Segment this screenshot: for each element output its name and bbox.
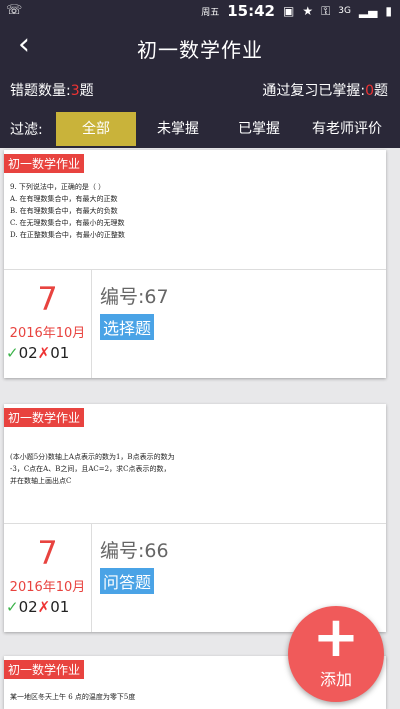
status-bar: ☏ 周五 15:42 ▣ ★ ⚿ 3G ▂▄ ▮ (0, 0, 400, 22)
question-card[interactable]: (本小题5分)数轴上A点表示的数为1，B点表示的数为 -3，C点在A、B之间，且… (4, 404, 386, 632)
question-line: 并在数轴上画出点C (10, 477, 72, 485)
homework-tag: 初一数学作业 (4, 660, 85, 679)
review-score: ✓02✗01 (6, 598, 69, 616)
tab-teacher-review[interactable]: 有老师评价 (298, 112, 396, 146)
wrong-count-stat: 错题数量:3题 (10, 80, 94, 100)
cross-icon: ✗ (37, 344, 51, 362)
question-line: 9. 下列说法中，正确的是（ ） (10, 183, 106, 191)
check-icon: ✓ (6, 344, 19, 362)
star-icon: ★ (302, 4, 314, 18)
date-box: 7 2016年10月 ✓02✗01 (4, 270, 92, 378)
status-time: 15:42 (227, 2, 275, 20)
key-icon: ⚿ (321, 3, 331, 18)
battery-icon: ▮ (385, 4, 392, 18)
wrong-count-label: 错题数量: (10, 83, 71, 99)
question-number: 编号:66 (100, 540, 169, 562)
question-line: D. 在正整数集合中，有最小的正整数 (10, 231, 125, 239)
filter-bar: 过滤: 全部 未掌握 已掌握 有老师评价 (0, 108, 400, 148)
question-meta: 7 2016年10月 ✓02✗01 编号:67 选择题 (4, 270, 386, 378)
stats-bar: 错题数量:3题 通过复习已掌握:0题 (0, 74, 400, 108)
mastered-count-value: 0 (365, 83, 374, 99)
homework-tag: 初一数学作业 (4, 408, 85, 427)
cast-icon: ▣ (282, 4, 295, 18)
date-day: 7 (37, 280, 58, 318)
question-number: 编号:67 (100, 286, 169, 308)
add-button[interactable]: + 添加 (288, 606, 384, 702)
tab-all[interactable]: 全部 (56, 112, 136, 146)
tab-mastered[interactable]: 已掌握 (226, 112, 292, 146)
question-line: (本小题5分)数轴上A点表示的数为1，B点表示的数为 (10, 453, 175, 461)
correct-count: 02 (18, 598, 38, 616)
mastered-count-unit: 题 (374, 83, 388, 99)
homework-tag: 初一数学作业 (4, 154, 85, 173)
network-type: 3G (338, 6, 351, 16)
mastered-count-stat: 通过复习已掌握:0题 (262, 80, 388, 100)
question-type-badge: 选择题 (100, 314, 155, 340)
question-line: -3，C点在A、B之间，且AC=2，求C点表示的数， (10, 465, 171, 473)
date-box: 7 2016年10月 ✓02✗01 (4, 524, 92, 632)
question-line: C. 在无理数集合中，有最小的无理数 (10, 219, 125, 227)
filter-label: 过滤: (10, 122, 43, 138)
wrong-count-value: 3 (70, 83, 80, 99)
plus-icon: + (312, 605, 360, 670)
date-day: 7 (37, 534, 58, 572)
page-title: 初一数学作业 (137, 38, 263, 62)
status-day: 周五 (201, 7, 220, 18)
date-month: 2016年10月 (9, 326, 86, 341)
wrong-count-unit: 题 (79, 83, 94, 99)
add-button-label: 添加 (319, 670, 352, 689)
tab-not-mastered[interactable]: 未掌握 (142, 112, 214, 146)
correct-count: 02 (18, 344, 38, 362)
question-line: 某一地区冬天上午 6 点的温度为零下5度 (10, 693, 136, 701)
question-line: B. 在有理数集合中，有最大的负数 (10, 207, 118, 215)
signal-icon: ▂▄ (358, 4, 378, 18)
title-bar: ‹ 初一数学作业 (0, 22, 400, 74)
question-type-badge: 问答题 (100, 568, 155, 594)
question-card[interactable]: 9. 下列说法中，正确的是（ ） A. 在有理数集合中，有最大的正数 B. 在有… (4, 150, 386, 378)
review-score: ✓02✗01 (6, 344, 69, 362)
wrong-count: 01 (50, 344, 70, 362)
mastered-count-label: 通过复习已掌握: (262, 83, 366, 99)
wrong-count: 01 (50, 598, 70, 616)
check-icon: ✓ (6, 598, 19, 616)
notification-icon: ☏ (6, 3, 23, 18)
question-line: A. 在有理数集合中，有最大的正数 (10, 195, 118, 203)
cross-icon: ✗ (37, 598, 51, 616)
date-month: 2016年10月 (9, 580, 86, 595)
